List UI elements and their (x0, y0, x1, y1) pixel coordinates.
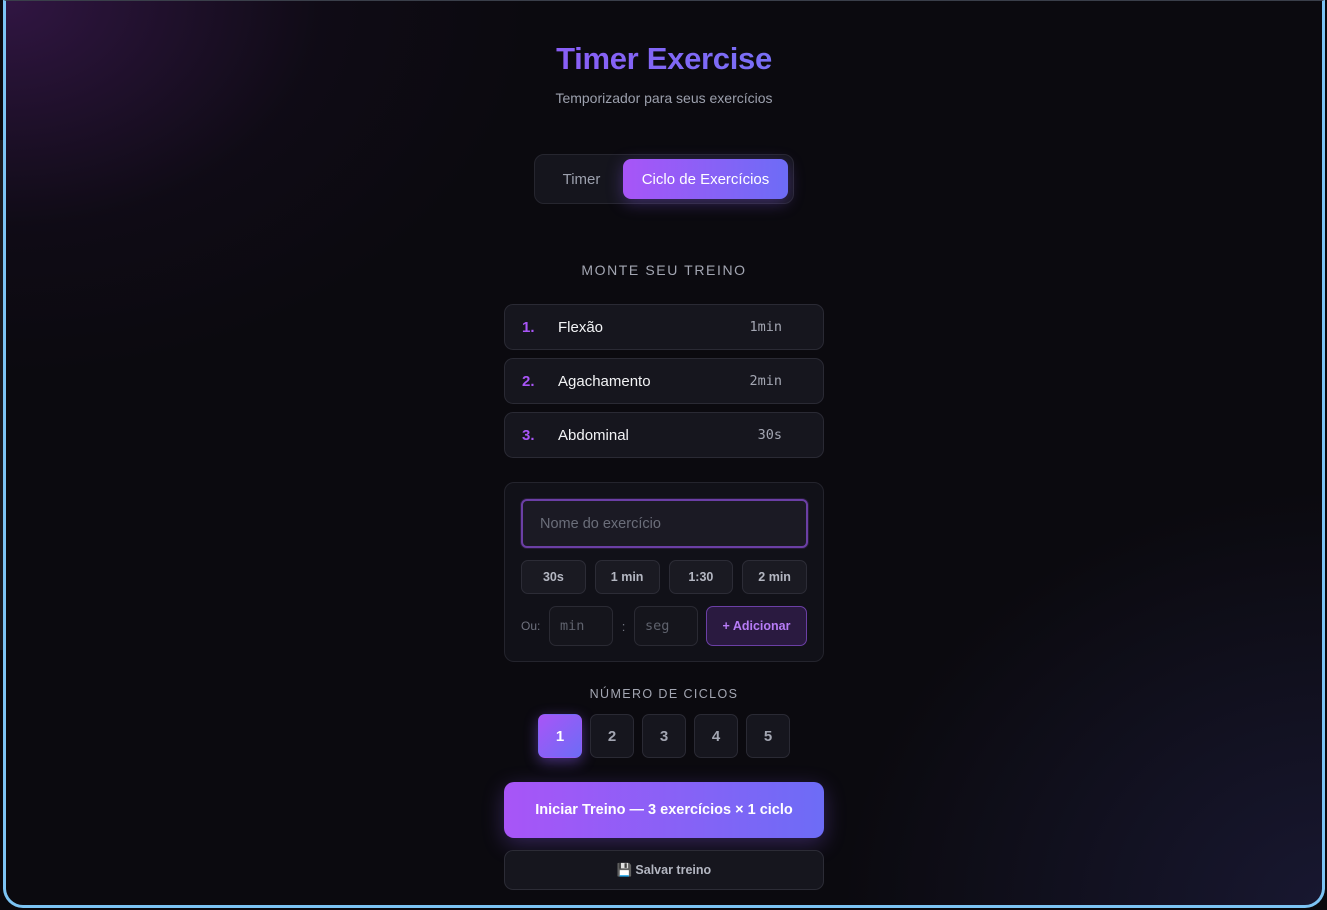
floppy-disk-icon: 💾 (616, 862, 633, 877)
exercise-duration: 2min (749, 373, 782, 389)
or-label: Ou: (521, 619, 541, 633)
cycle-option-1[interactable]: 1 (538, 714, 582, 758)
exercise-item[interactable]: 2. Agachamento 2min (504, 358, 824, 404)
exercise-number: 2. (522, 372, 535, 390)
mode-tabs: Timer Ciclo de Exercícios (534, 154, 794, 204)
cycles-label: NÚMERO DE CICLOS (589, 687, 739, 701)
exercise-number: 3. (522, 426, 535, 444)
tab-exercise-cycle[interactable]: Ciclo de Exercícios (623, 159, 788, 199)
preset-1min-button[interactable]: 1 min (594, 560, 660, 594)
exercise-duration: 1min (749, 319, 782, 335)
cycle-option-3[interactable]: 3 (642, 714, 686, 758)
preset-30s-button[interactable]: 30s (521, 560, 586, 594)
save-workout-button[interactable]: 💾 Salvar treino (504, 850, 824, 890)
custom-duration-row: Ou: : + Adicionar (521, 606, 807, 646)
header: Timer Exercise Temporizador para seus ex… (6, 41, 1322, 106)
cycle-option-4[interactable]: 4 (694, 714, 738, 758)
preset-1-30-button[interactable]: 1:30 (668, 560, 734, 594)
seconds-input[interactable] (634, 606, 698, 646)
exercise-item[interactable]: 3. Abdominal 30s (504, 412, 824, 458)
exercise-name-input[interactable] (521, 499, 808, 548)
exercise-name: Flexão (558, 318, 604, 336)
tab-timer[interactable]: Timer (540, 159, 623, 199)
page-subtitle: Temporizador para seus exercícios (555, 90, 773, 106)
exercise-list: 1. Flexão 1min 2. Agachamento 2min 3. Ab… (504, 304, 824, 466)
start-workout-button[interactable]: Iniciar Treino — 3 exercícios × 1 ciclo (504, 782, 824, 838)
add-exercise-button[interactable]: + Adicionar (706, 606, 807, 646)
exercise-number: 1. (522, 318, 535, 336)
exercise-item[interactable]: 1. Flexão 1min (504, 304, 824, 350)
duration-presets: 30s 1 min 1:30 2 min (521, 560, 807, 594)
exercise-name: Abdominal (558, 426, 629, 444)
time-separator: : (621, 618, 626, 634)
exercise-duration: 30s (757, 427, 782, 443)
minutes-input[interactable] (549, 606, 613, 646)
app-window: Timer Exercise Temporizador para seus ex… (3, 0, 1325, 908)
add-exercise-panel: 30s 1 min 1:30 2 min Ou: : + Adicionar (504, 482, 824, 662)
section-title: MONTE SEU TREINO (581, 262, 747, 278)
preset-2min-button[interactable]: 2 min (742, 560, 807, 594)
exercise-name: Agachamento (558, 372, 651, 390)
cycles-selector: 1 2 3 4 5 (538, 714, 790, 758)
save-workout-label: Salvar treino (635, 863, 712, 877)
cycle-option-5[interactable]: 5 (746, 714, 790, 758)
cycle-option-2[interactable]: 2 (590, 714, 634, 758)
page-title: Timer Exercise (6, 41, 1322, 77)
